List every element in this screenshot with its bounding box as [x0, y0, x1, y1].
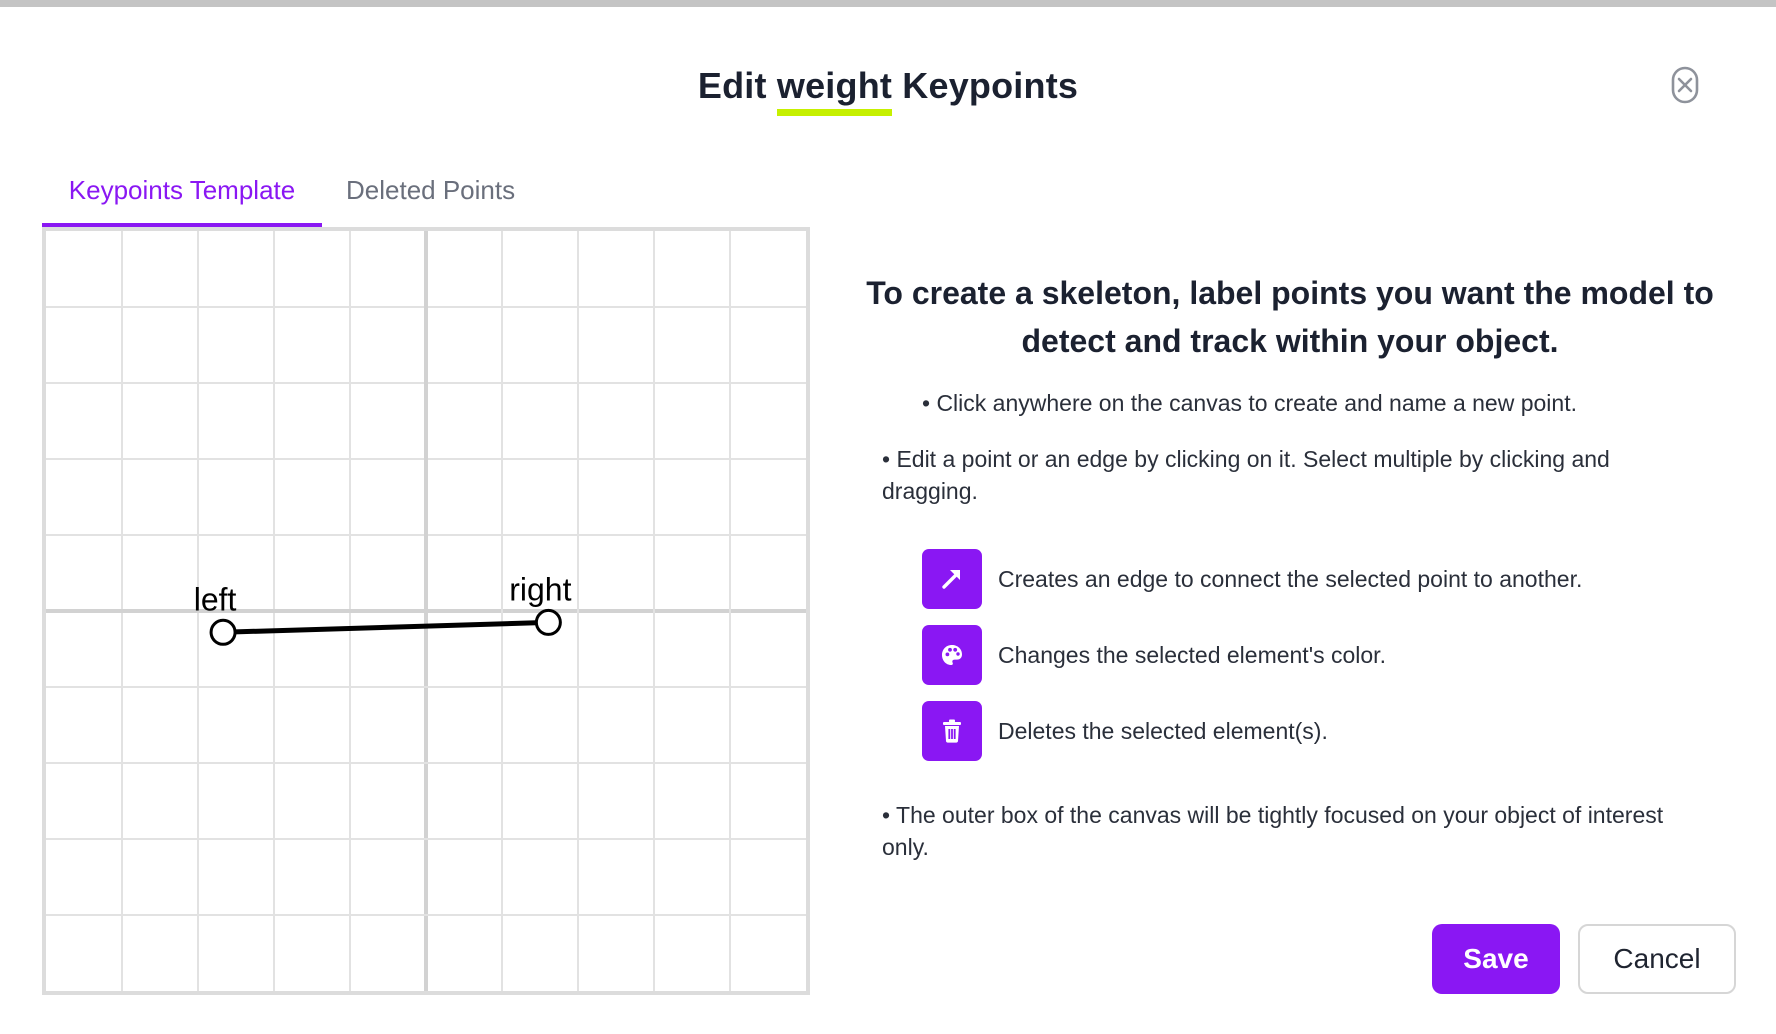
title-prefix: Edit: [697, 65, 767, 106]
window-top-border: [0, 0, 1776, 7]
keypoint-label: right: [509, 571, 571, 607]
instructions-panel: To create a skeleton, label points you w…: [860, 269, 1720, 860]
keypoints-canvas[interactable]: left right: [42, 227, 810, 995]
delete-element-button[interactable]: [922, 701, 982, 761]
keypoint-edge[interactable]: [223, 619, 549, 635]
tool-label-color: Changes the selected element's color.: [998, 641, 1386, 668]
save-button[interactable]: Save: [1432, 924, 1560, 994]
dialog-title: Edit weight Keypoints: [0, 65, 1776, 116]
bullet-edit-point: • Edit a point or an edge by clicking on…: [882, 446, 1610, 504]
keypoint-left[interactable]: [209, 618, 237, 646]
tab-deleted-points[interactable]: Deleted Points: [346, 165, 515, 223]
instructions-headline: To create a skeleton, label points you w…: [866, 275, 1714, 359]
close-icon: [1671, 66, 1699, 104]
palette-icon: [942, 645, 962, 665]
trash-icon: [943, 719, 961, 743]
tool-label-edge: Creates an edge to connect the selected …: [998, 565, 1583, 592]
tool-row-edge: Creates an edge to connect the selected …: [922, 549, 1582, 609]
title-suffix: Keypoints: [902, 65, 1079, 106]
create-edge-button[interactable]: [922, 549, 982, 609]
close-button[interactable]: [1670, 65, 1700, 105]
tab-keypoints-template[interactable]: Keypoints Template: [42, 165, 322, 228]
arrow-icon: [942, 570, 960, 589]
cancel-button[interactable]: Cancel: [1578, 924, 1736, 994]
title-class-name: weight: [776, 65, 893, 116]
bullet-outer-box: • The outer box of the canvas will be ti…: [882, 802, 1664, 860]
keypoint-right[interactable]: [534, 608, 562, 636]
edit-keypoints-dialog: Edit weight Keypoints Keypoints Template…: [0, 7, 1776, 1034]
tool-row-color: Changes the selected element's color.: [922, 625, 1386, 685]
canvas-svg[interactable]: left right: [46, 231, 806, 991]
tool-label-delete: Deletes the selected element(s).: [998, 717, 1328, 744]
keypoint-label: left: [194, 581, 237, 617]
bullet-create-point: • Click anywhere on the canvas to create…: [922, 390, 1577, 416]
change-color-button[interactable]: [922, 625, 982, 685]
tool-row-delete: Deletes the selected element(s).: [922, 701, 1328, 761]
